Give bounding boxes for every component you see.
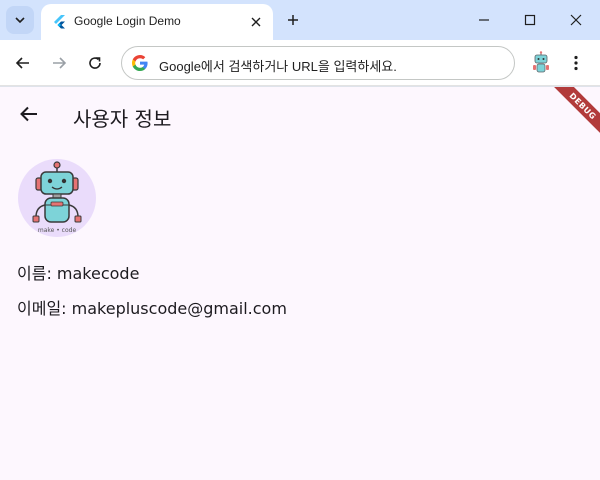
window-close-icon [570, 14, 582, 26]
reload-icon [89, 57, 101, 69]
tab-search-icon [15, 17, 25, 24]
avatar-caption: make • code [37, 227, 77, 234]
reload-button[interactable] [81, 49, 109, 77]
tab-close-button[interactable] [247, 13, 265, 31]
more-vert-icon [574, 55, 578, 71]
forward-arrow-icon [53, 57, 67, 69]
minimize-icon [479, 19, 489, 21]
browser-tab[interactable]: Google Login Demo [41, 4, 273, 40]
page-title: 사용자 정보 [73, 107, 172, 131]
tab-title: Google Login Demo [74, 14, 181, 28]
browser-toolbar: Google에서 검색하거나 URL을 입력하세요. [0, 40, 600, 86]
maximize-icon [524, 14, 536, 26]
appbar-back-button[interactable] [16, 101, 42, 127]
user-name-text: 이름: makecode [17, 264, 140, 283]
google-icon [132, 55, 148, 71]
maximize-button[interactable] [516, 8, 544, 32]
plus-icon [288, 15, 298, 25]
robot-avatar-icon [32, 161, 82, 223]
app-content: 사용자 정보 DEBUG make • code 이름: makecode 이메… [0, 87, 600, 480]
tab-strip: Google Login Demo [0, 0, 600, 40]
new-tab-button[interactable] [282, 9, 304, 31]
user-email-text: 이메일: makepluscode@gmail.com [17, 299, 287, 318]
address-bar[interactable]: Google에서 검색하거나 URL을 입력하세요. [121, 46, 515, 80]
forward-button[interactable] [45, 49, 73, 77]
minimize-button[interactable] [470, 8, 498, 32]
tab-search-button[interactable] [6, 6, 34, 34]
avatar: make • code [18, 159, 96, 237]
extension-robot-icon[interactable] [530, 51, 552, 75]
address-bar-placeholder: Google에서 검색하거나 URL을 입력하세요. [159, 59, 397, 74]
debug-banner-label: DEBUG [567, 90, 599, 122]
back-button[interactable] [9, 49, 37, 77]
flutter-icon [54, 15, 65, 29]
close-icon [251, 17, 261, 27]
back-arrow-icon [15, 57, 29, 69]
browser-menu-button[interactable] [566, 51, 586, 75]
window-close-button[interactable] [562, 8, 590, 32]
debug-banner: DEBUG [539, 87, 600, 150]
back-arrow-icon [20, 106, 37, 122]
